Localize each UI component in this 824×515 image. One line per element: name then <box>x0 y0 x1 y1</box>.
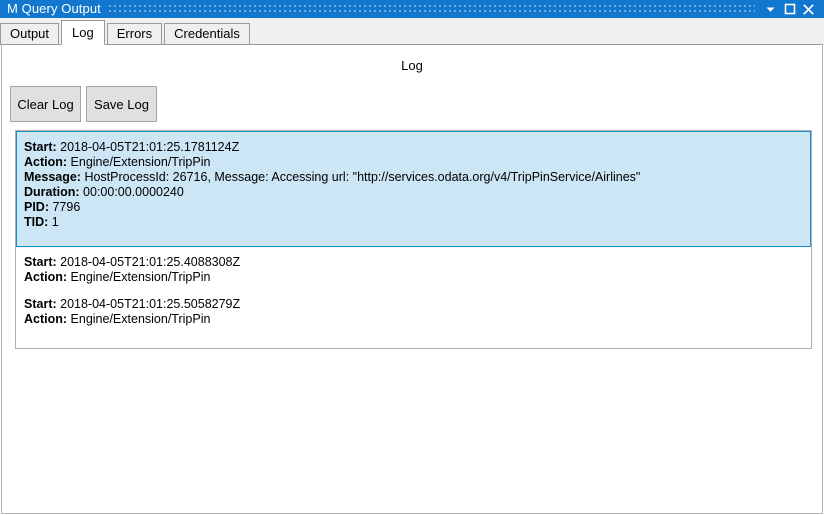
log-field-label: Duration: <box>24 185 80 199</box>
tab-credentials-label: Credentials <box>174 26 240 41</box>
log-toolbar: Clear Log Save Log <box>10 86 157 122</box>
log-field-value: Engine/Extension/TripPin <box>67 312 211 326</box>
log-field-label: Start: <box>24 140 57 154</box>
log-field-label: Start: <box>24 255 57 269</box>
close-icon[interactable] <box>799 0 818 18</box>
log-field: Duration: 00:00:00.0000240 <box>24 185 810 200</box>
log-field-label: Action: <box>24 312 68 326</box>
log-field-label: TID: <box>24 215 49 229</box>
tab-output-label: Output <box>10 26 50 41</box>
log-panel: Log Clear Log Save Log Start: 2018-04-05… <box>1 44 823 514</box>
log-field-value: 2018-04-05T21:01:25.1781124Z <box>56 140 240 154</box>
tab-strip: Output Log Errors Credentials <box>0 18 824 45</box>
log-field-value: 2018-04-05T21:01:25.5058279Z <box>56 297 241 311</box>
window-controls <box>761 0 824 18</box>
log-field: Start: 2018-04-05T21:01:25.5058279Z <box>24 297 811 312</box>
log-field: Action: Engine/Extension/TripPin <box>24 270 811 285</box>
chevron-down-icon[interactable] <box>761 0 780 18</box>
window-title: M Query Output <box>7 1 101 16</box>
save-log-button[interactable]: Save Log <box>86 86 157 122</box>
tab-log-label: Log <box>72 24 94 40</box>
log-entry[interactable]: Start: 2018-04-05T21:01:25.5058279Z Actio… <box>16 289 811 331</box>
log-field-value: 1 <box>48 215 59 229</box>
log-field-label: PID: <box>24 200 49 214</box>
m-query-output-window: M Query Output Output Log Errors Credent… <box>0 0 824 515</box>
maximize-icon[interactable] <box>780 0 799 18</box>
tab-errors-label: Errors <box>116 26 153 41</box>
log-field: Action: Engine/Extension/TripPin <box>24 312 811 327</box>
log-field-value: Engine/Extension/TripPin <box>67 155 211 169</box>
tab-log[interactable]: Log <box>61 20 105 45</box>
log-field: Start: 2018-04-05T21:01:25.4088308Z <box>24 255 811 270</box>
log-field: Start: 2018-04-05T21:01:25.1781124Z <box>24 140 810 155</box>
log-field-value: 00:00:00.0000240 <box>79 185 184 199</box>
log-field-value: 2018-04-05T21:01:25.4088308Z <box>56 255 241 269</box>
page-title: Log <box>401 58 423 73</box>
log-field-value: Engine/Extension/TripPin <box>67 270 211 284</box>
tab-output[interactable]: Output <box>0 23 60 45</box>
tab-errors[interactable]: Errors <box>106 23 163 45</box>
log-field-label: Action: <box>24 155 68 169</box>
log-field-value: 7796 <box>49 200 81 214</box>
log-field-label: Message: <box>24 170 81 184</box>
log-field-value: HostProcessId: 26716, Message: Accessing… <box>80 170 641 184</box>
log-list[interactable]: Start: 2018-04-05T21:01:25.1781124Z Actio… <box>15 130 812 349</box>
log-field: TID: 1 <box>24 215 810 230</box>
title-bar-grip <box>108 3 755 15</box>
log-entry[interactable]: Start: 2018-04-05T21:01:25.4088308Z Actio… <box>16 247 811 289</box>
log-field-label: Action: <box>24 270 68 284</box>
tab-credentials[interactable]: Credentials <box>164 23 250 45</box>
log-field: Message: HostProcessId: 26716, Message: … <box>24 170 810 185</box>
log-field-label: Start: <box>24 297 57 311</box>
log-entry[interactable]: Start: 2018-04-05T21:01:25.1781124Z Actio… <box>16 131 811 247</box>
title-bar: M Query Output <box>0 0 824 18</box>
log-field: PID: 7796 <box>24 200 810 215</box>
clear-log-button[interactable]: Clear Log <box>10 86 81 122</box>
log-field: Action: Engine/Extension/TripPin <box>24 155 810 170</box>
